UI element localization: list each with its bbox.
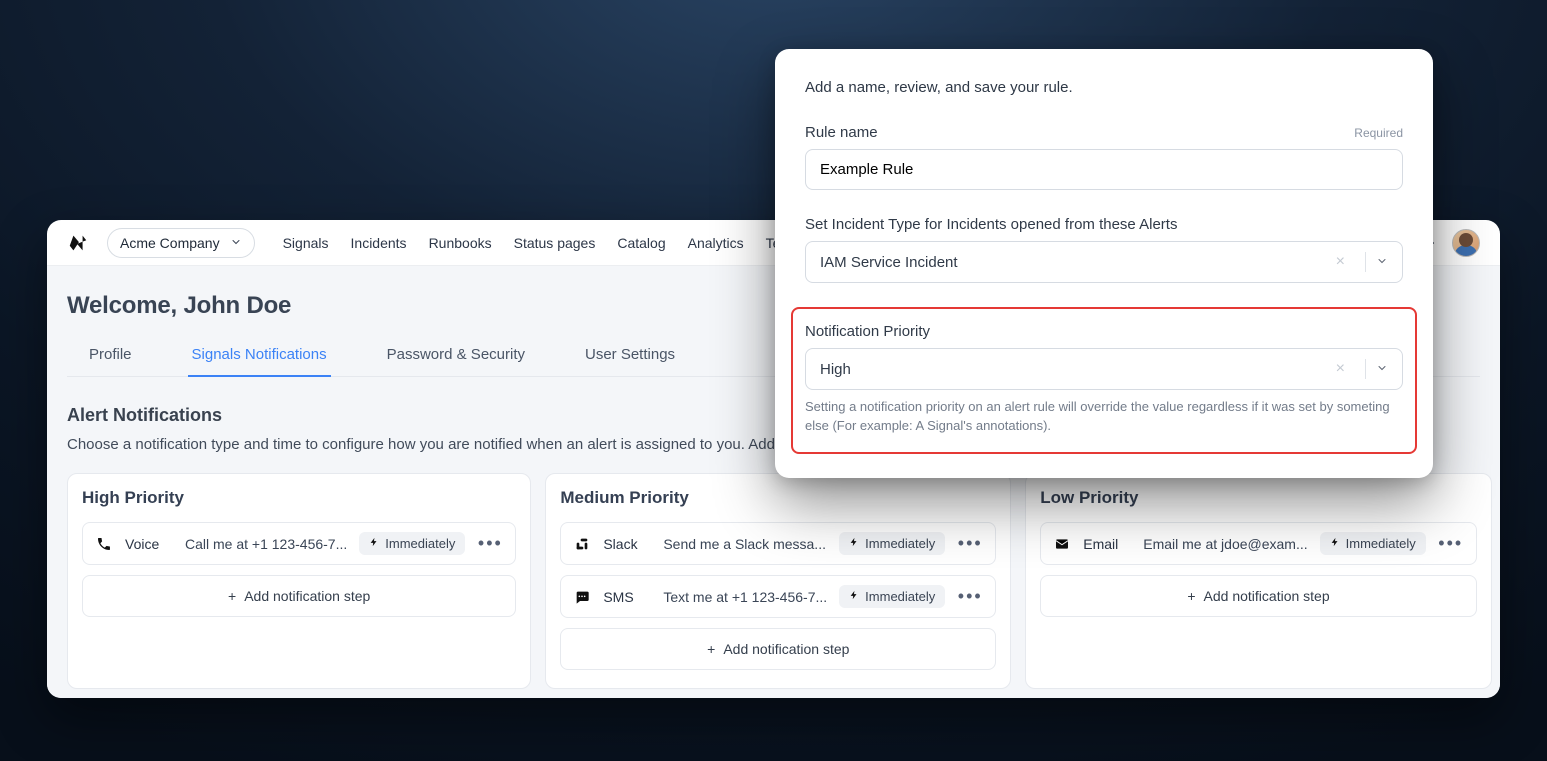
nav-runbooks[interactable]: Runbooks	[429, 235, 492, 251]
step-timing[interactable]: Immediately	[1320, 532, 1426, 555]
incident-type-field: Set Incident Type for Incidents opened f…	[805, 216, 1403, 283]
notification-step: Slack Send me a Slack messa... Immediate…	[560, 522, 996, 565]
incident-type-label: Set Incident Type for Incidents opened f…	[805, 216, 1177, 233]
tab-password-security[interactable]: Password & Security	[383, 346, 529, 376]
step-text: Send me a Slack messa...	[663, 536, 827, 552]
step-text: Email me at jdoe@exam...	[1143, 536, 1307, 552]
divider	[1365, 252, 1366, 272]
priority-cards: High Priority Voice Call me at +1 123-45…	[67, 473, 1480, 689]
mail-icon	[1053, 536, 1071, 552]
tab-signals-notifications[interactable]: Signals Notifications	[188, 346, 331, 377]
bolt-icon	[369, 536, 379, 551]
step-menu-icon[interactable]: •••	[477, 533, 503, 554]
step-timing-label: Immediately	[385, 536, 455, 551]
bolt-icon	[1330, 536, 1340, 551]
add-step-button[interactable]: + Add notification step	[82, 575, 516, 617]
chevron-down-icon	[230, 235, 242, 251]
step-timing-label: Immediately	[865, 589, 935, 604]
priority-field: Notification Priority High × Setting a n…	[805, 323, 1403, 436]
step-menu-icon[interactable]: •••	[1438, 533, 1464, 554]
rule-name-field: Rule name Required	[805, 124, 1403, 190]
plus-icon: +	[228, 588, 236, 604]
step-menu-icon[interactable]: •••	[957, 586, 983, 607]
step-timing[interactable]: Immediately	[839, 532, 945, 555]
nav-status-pages[interactable]: Status pages	[514, 235, 596, 251]
chevron-down-icon[interactable]	[1376, 361, 1388, 378]
notification-step: Voice Call me at +1 123-456-7... Immedia…	[82, 522, 516, 565]
step-timing-label: Immediately	[865, 536, 935, 551]
priority-highlight: Notification Priority High × Setting a n…	[791, 307, 1417, 454]
add-step-label: Add notification step	[723, 641, 849, 657]
add-step-label: Add notification step	[1204, 588, 1330, 604]
priority-label: Notification Priority	[805, 323, 930, 340]
tab-user-settings[interactable]: User Settings	[581, 346, 679, 376]
clear-icon[interactable]: ×	[1326, 360, 1355, 378]
tab-profile[interactable]: Profile	[85, 346, 136, 376]
notification-step: SMS Text me at +1 123-456-7... Immediate…	[560, 575, 996, 618]
sms-icon	[573, 589, 591, 605]
step-channel: Voice	[125, 536, 173, 552]
card-low-priority: Low Priority Email Email me at jdoe@exam…	[1025, 473, 1491, 689]
add-step-label: Add notification step	[244, 588, 370, 604]
add-step-button[interactable]: + Add notification step	[560, 628, 996, 670]
incident-type-select[interactable]: IAM Service Incident ×	[805, 241, 1403, 283]
priority-value: High	[820, 361, 1326, 378]
plus-icon: +	[1187, 588, 1195, 604]
nav-incidents[interactable]: Incidents	[351, 235, 407, 251]
step-timing[interactable]: Immediately	[839, 585, 945, 608]
app-logo	[67, 232, 89, 254]
avatar[interactable]	[1452, 229, 1480, 257]
card-title: Low Priority	[1040, 488, 1476, 508]
step-menu-icon[interactable]: •••	[957, 533, 983, 554]
incident-type-value: IAM Service Incident	[820, 254, 1326, 271]
step-text: Text me at +1 123-456-7...	[663, 589, 827, 605]
rule-name-input[interactable]	[805, 149, 1403, 190]
rule-name-label: Rule name	[805, 124, 878, 141]
required-indicator: Required	[1354, 126, 1403, 140]
step-channel: SMS	[603, 589, 651, 605]
bolt-icon	[849, 536, 859, 551]
nav-catalog[interactable]: Catalog	[617, 235, 665, 251]
notification-step: Email Email me at jdoe@exam... Immediate…	[1040, 522, 1476, 565]
company-name: Acme Company	[120, 235, 220, 251]
step-channel: Email	[1083, 536, 1131, 552]
nav-analytics[interactable]: Analytics	[688, 235, 744, 251]
step-text: Call me at +1 123-456-7...	[185, 536, 347, 552]
slack-icon	[573, 536, 591, 552]
main-nav: Signals Incidents Runbooks Status pages …	[283, 235, 807, 251]
step-channel: Slack	[603, 536, 651, 552]
nav-signals[interactable]: Signals	[283, 235, 329, 251]
priority-select[interactable]: High ×	[805, 348, 1403, 390]
add-step-button[interactable]: + Add notification step	[1040, 575, 1476, 617]
card-medium-priority: Medium Priority Slack Send me a Slack me…	[545, 473, 1011, 689]
clear-icon[interactable]: ×	[1326, 253, 1355, 271]
plus-icon: +	[707, 641, 715, 657]
card-high-priority: High Priority Voice Call me at +1 123-45…	[67, 473, 531, 689]
card-title: Medium Priority	[560, 488, 996, 508]
bolt-icon	[849, 589, 859, 604]
divider	[1365, 359, 1366, 379]
company-selector[interactable]: Acme Company	[107, 228, 255, 258]
chevron-down-icon[interactable]	[1376, 254, 1388, 271]
phone-icon	[95, 536, 113, 552]
priority-help-text: Setting a notification priority on an al…	[805, 398, 1403, 436]
step-timing-label: Immediately	[1346, 536, 1416, 551]
card-title: High Priority	[82, 488, 516, 508]
step-timing[interactable]: Immediately	[359, 532, 465, 555]
rule-instructions: Add a name, review, and save your rule.	[805, 79, 1403, 96]
rule-card: Add a name, review, and save your rule. …	[775, 49, 1433, 478]
